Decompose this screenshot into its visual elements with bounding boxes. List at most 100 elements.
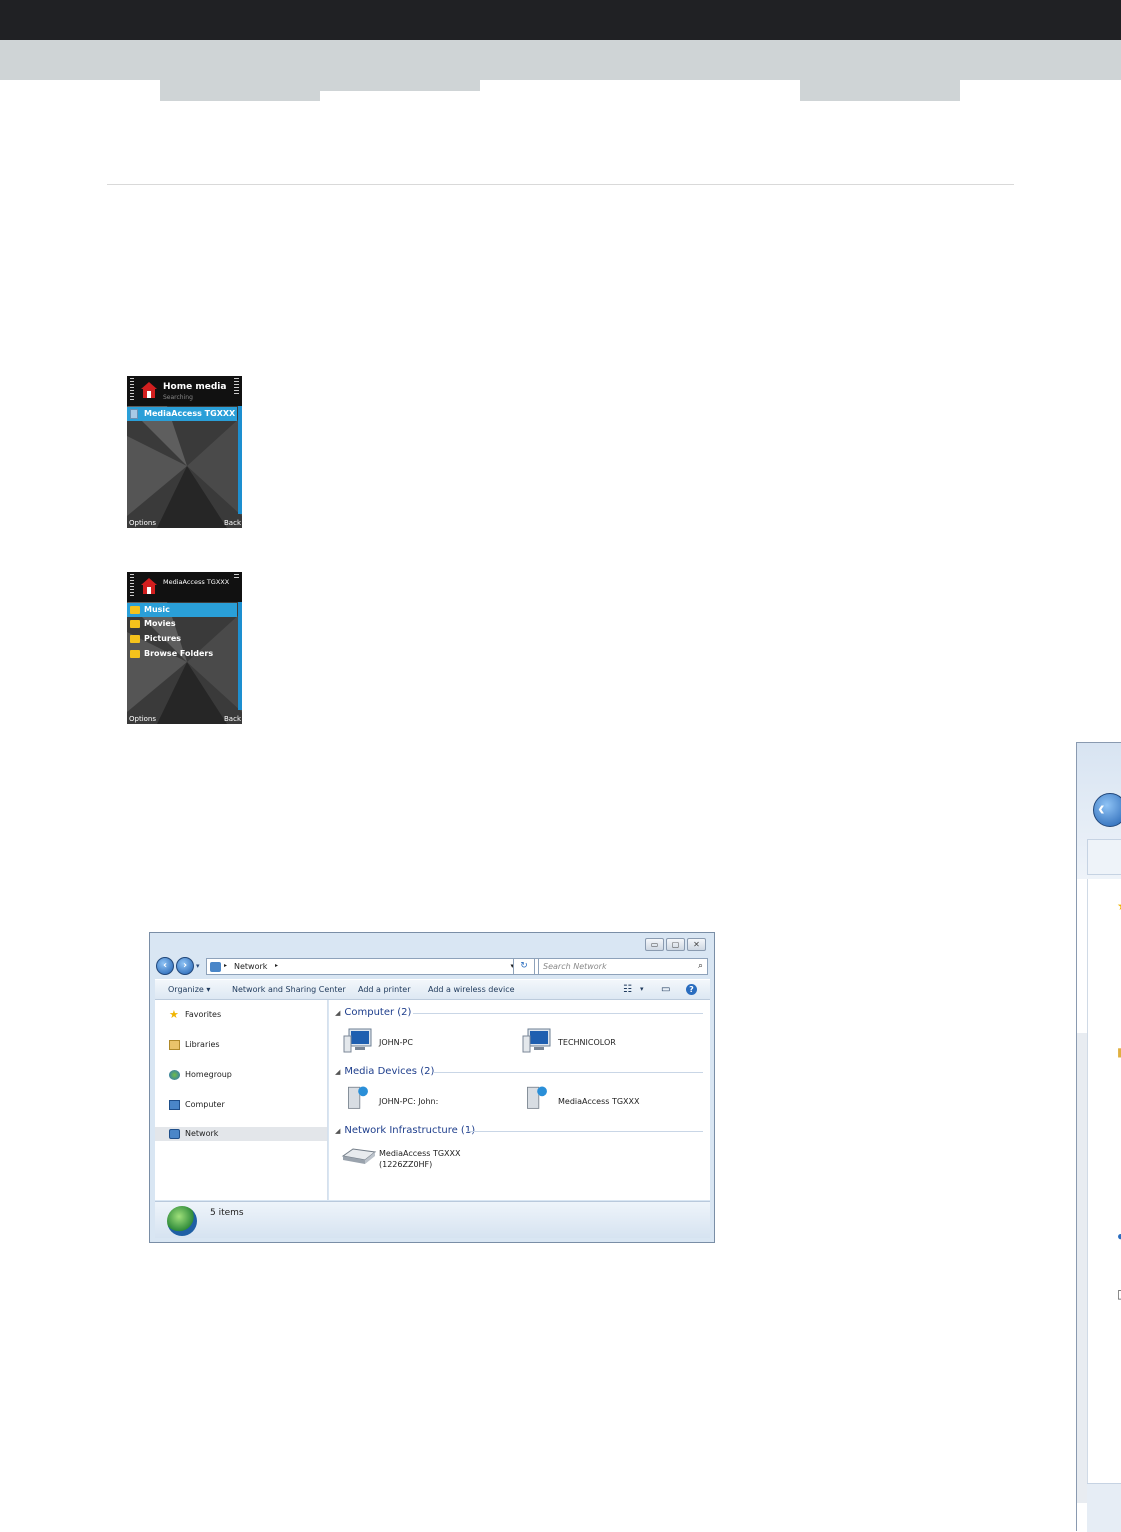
group-header-network-infrastructure[interactable]: ◢ Network Infrastructure (1) [335, 1125, 475, 1136]
list-item-label: Pictures [144, 634, 181, 643]
group-divider [433, 1072, 703, 1073]
forward-button[interactable]: › [176, 957, 194, 975]
maximize-button[interactable]: ▢ [666, 938, 685, 951]
collapse-icon: ◢ [335, 1009, 341, 1017]
library-icon: ▮ [1117, 1045, 1121, 1059]
router-serial: (1226ZZ0HF) [379, 1160, 433, 1169]
nav-item-favorites[interactable]: ★ Favorites [155, 1008, 327, 1022]
folder-icon [130, 650, 140, 658]
phone-scrollbar[interactable] [238, 406, 242, 514]
group-title: Computer (2) [344, 1007, 412, 1018]
collapse-icon: ◢ [335, 1127, 341, 1135]
battery-indicator [234, 378, 239, 394]
phone-subtitle: Searching [163, 394, 193, 401]
group-title: Network Infrastructure (1) [344, 1125, 476, 1136]
breadcrumb-separator-icon: ▸ [224, 962, 228, 969]
phone-title: MediaAccess TGXXX [163, 578, 230, 586]
caption-buttons: ▭ ▢ ✕ [645, 938, 706, 951]
computer-icon: ▯ [1117, 1287, 1121, 1301]
signal-indicator [130, 574, 134, 596]
softkey-back[interactable]: Back [224, 715, 241, 723]
group-divider [468, 1131, 703, 1132]
list-item-label: MediaAccess TGXXX [144, 409, 236, 418]
details-pane: 5 items [155, 1201, 710, 1238]
minimize-button[interactable]: ▭ [645, 938, 664, 951]
battery-indicator [234, 574, 239, 580]
list-item-pictures[interactable]: Pictures [127, 632, 237, 646]
search-icon[interactable]: ⌕ [698, 961, 703, 971]
explorer-window-network: ▭ ▢ ✕ ‹ › ▾ ▸ Network ▸ ▾ ↻ Search Netwo… [149, 932, 715, 1243]
list-item-browse-folders[interactable]: Browse Folders [127, 647, 237, 661]
recent-pages-dropdown-icon[interactable]: ▾ [196, 962, 200, 970]
list-item-mediaaccess[interactable]: MediaAccess TGXXX [127, 407, 237, 421]
media-device-john-pc[interactable]: JOHN-PC: John: [379, 1096, 438, 1107]
view-dropdown-icon[interactable]: ▾ [640, 984, 652, 995]
add-printer-button[interactable]: Add a printer [358, 985, 410, 994]
list-item-label: Music [144, 605, 170, 614]
help-icon[interactable]: ? [686, 984, 697, 995]
back-button[interactable]: ‹ [1093, 793, 1121, 827]
grey-band [0, 40, 1121, 80]
nav-item-label: Network [185, 1129, 219, 1138]
add-wireless-device-button[interactable]: Add a wireless device [428, 985, 515, 994]
network-item-john-pc[interactable]: JOHN-PC [379, 1037, 413, 1048]
address-text: Network [234, 962, 268, 971]
list-item-movies[interactable]: Movies [127, 617, 237, 631]
home-media-icon [141, 578, 157, 594]
partial-explorer-window: ‹ ★ ▮ ● ▯ [1076, 742, 1121, 1532]
router-icon [341, 1148, 377, 1164]
softkey-options[interactable]: Options [129, 715, 156, 723]
address-bar[interactable]: ▸ Network ▸ ▾ [206, 958, 541, 975]
network-globe-icon [167, 1206, 197, 1236]
command-bar [1087, 839, 1121, 875]
phone-screen-mediaaccess: MediaAccess TGXXX Music Movies Pictures … [127, 572, 242, 724]
search-placeholder: Search Network [543, 962, 607, 971]
signal-indicator [130, 378, 134, 400]
refresh-button[interactable]: ↻ [513, 958, 535, 975]
organize-button[interactable]: Organize ▾ [168, 985, 210, 994]
network-sharing-center-button[interactable]: Network and Sharing Center [232, 985, 346, 994]
softkey-options[interactable]: Options [129, 519, 156, 527]
folder-icon [130, 635, 140, 643]
group-header-computer[interactable]: ◢ Computer (2) [335, 1007, 411, 1018]
library-icon [169, 1040, 180, 1050]
nav-item-network[interactable]: Network [155, 1127, 327, 1141]
home-media-icon [141, 382, 157, 398]
back-button[interactable]: ‹ [156, 957, 174, 975]
nav-item-libraries[interactable]: Libraries [155, 1038, 327, 1052]
preview-pane-icon[interactable]: ▭ [661, 984, 673, 995]
network-icon [169, 1129, 180, 1139]
phone-scrollbar[interactable] [238, 602, 242, 710]
item-count: 5 items [210, 1208, 244, 1218]
media-device-mediaaccess[interactable]: MediaAccess TGXXX [558, 1096, 639, 1107]
header-tab-3 [800, 80, 960, 101]
nav-item-label: Homegroup [185, 1070, 232, 1079]
list-item-music[interactable]: Music [127, 603, 237, 617]
phone-title: Home media [163, 382, 227, 392]
group-divider [413, 1013, 703, 1014]
header-tab-2 [320, 80, 480, 91]
search-input[interactable]: Search Network ⌕ [538, 958, 708, 975]
view-options-icon[interactable]: ☷ [623, 984, 635, 995]
breadcrumb-arrow-icon[interactable]: ▸ [275, 962, 278, 969]
navigation-pane: ★ Favorites Libraries Homegroup Computer… [155, 1000, 328, 1200]
group-header-media-devices[interactable]: ◢ Media Devices (2) [335, 1066, 434, 1077]
folder-icon [130, 620, 140, 628]
media-server-icon [527, 1086, 547, 1109]
homegroup-icon [169, 1070, 180, 1080]
nav-item-homegroup[interactable]: Homegroup [155, 1068, 327, 1082]
nav-item-computer[interactable]: Computer [155, 1098, 327, 1112]
homegroup-icon: ● [1117, 1229, 1121, 1243]
nav-item-label: Favorites [185, 1010, 222, 1019]
header-tab-1 [160, 80, 320, 101]
section-divider [107, 184, 1014, 185]
network-item-router[interactable]: MediaAccess TGXXX (1226ZZ0HF) [379, 1148, 460, 1170]
close-button[interactable]: ✕ [687, 938, 706, 951]
phone-screen-home-media: Home media Searching MediaAccess TGXXX O… [127, 376, 242, 528]
group-title: Media Devices (2) [344, 1066, 435, 1077]
network-item-technicolor[interactable]: TECHNICOLOR [558, 1037, 616, 1048]
scrollbar[interactable] [1077, 1033, 1087, 1503]
softkey-back[interactable]: Back [224, 519, 241, 527]
network-icon [210, 962, 221, 972]
top-header-bar [0, 0, 1121, 40]
